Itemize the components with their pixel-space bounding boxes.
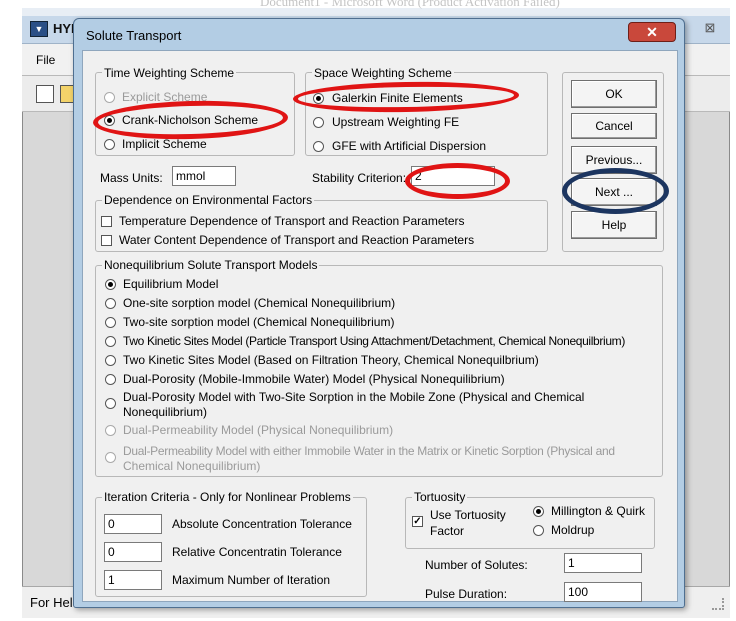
two-site-sorption-label: Two-site sorption model (Chemical Nonequ… — [123, 315, 395, 329]
galerkin-radio[interactable] — [313, 93, 324, 104]
pulse-duration-input[interactable]: 100 — [564, 582, 642, 602]
dual-porosity-radio[interactable] — [105, 374, 116, 385]
two-kinetic-attachment-label: Two Kinetic Sites Model (Particle Transp… — [123, 334, 625, 348]
two-kinetic-filtration-radio[interactable] — [105, 355, 116, 366]
dual-permeability-radio[interactable] — [105, 425, 116, 436]
moldrup-radio[interactable] — [533, 525, 544, 536]
previous-button[interactable]: Previous... — [571, 146, 657, 174]
one-site-sorption-label: One-site sorption model (Chemical Nonequ… — [123, 296, 396, 310]
new-file-icon[interactable] — [36, 85, 54, 103]
dual-porosity-two-site-label-line2: Nonequilibrium) — [123, 405, 208, 419]
two-kinetic-filtration-label: Two Kinetic Sites Model (Based on Filtra… — [123, 353, 539, 367]
max-iterations-input[interactable]: 1 — [104, 570, 162, 590]
upstream-weighting-label: Upstream Weighting FE — [332, 115, 460, 129]
temperature-dependence-checkbox[interactable] — [101, 216, 112, 227]
dialog-close-button[interactable]: ✕ — [628, 22, 676, 42]
explicit-scheme-label: Explicit Scheme — [122, 90, 208, 104]
menu-file[interactable]: File — [36, 53, 55, 67]
use-tortuosity-label: Use Tortuosity — [430, 508, 506, 522]
gfe-artificial-dispersion-radio[interactable] — [313, 141, 324, 152]
implicit-scheme-radio[interactable] — [104, 139, 115, 150]
tortuosity-legend: Tortuosity — [412, 490, 468, 504]
use-tortuosity-label-line2: Factor — [430, 524, 465, 538]
dual-permeability-immobile-radio[interactable] — [105, 452, 116, 463]
absolute-tolerance-label: Absolute Concentration Tolerance — [172, 517, 352, 531]
environment-legend: Dependence on Environmental Factors — [102, 193, 315, 207]
stability-criterion-input[interactable]: 2 — [411, 166, 495, 186]
dialog-title: Solute Transport — [86, 28, 182, 43]
cancel-button[interactable]: Cancel — [571, 113, 657, 139]
temperature-dependence-label: Temperature Dependence of Transport and … — [119, 214, 465, 228]
dual-permeability-immobile-label-line2: Chemical Nonequilibrium) — [123, 459, 261, 473]
upstream-weighting-radio[interactable] — [313, 117, 324, 128]
iteration-legend: Iteration Criteria - Only for Nonlinear … — [102, 490, 353, 504]
status-text: For Hel — [30, 595, 73, 610]
app-icon: ▼ — [30, 21, 48, 37]
mass-units-label: Mass Units: — [100, 171, 163, 185]
millington-quirk-label: Millington & Quirk — [551, 504, 646, 518]
stability-criterion-label: Stability Criterion: — [312, 171, 407, 185]
use-tortuosity-checkbox[interactable]: ✓ — [412, 516, 423, 527]
dual-permeability-immobile-label: Dual-Permeability Model with either Immo… — [123, 444, 615, 458]
nonequilibrium-legend: Nonequilibrium Solute Transport Models — [102, 258, 320, 272]
dual-porosity-label: Dual-Porosity (Mobile-Immobile Water) Mo… — [123, 372, 505, 386]
two-site-sorption-radio[interactable] — [105, 317, 116, 328]
number-of-solutes-label: Number of Solutes: — [425, 558, 528, 572]
two-kinetic-attachment-radio[interactable] — [105, 336, 116, 347]
mass-units-input[interactable]: mmol — [172, 166, 236, 186]
dual-porosity-two-site-radio[interactable] — [105, 398, 116, 409]
gfe-artificial-dispersion-label: GFE with Artificial Dispersion — [332, 139, 487, 153]
millington-quirk-radio[interactable] — [533, 506, 544, 517]
background-close-icon[interactable]: ⊠ — [698, 18, 722, 38]
ok-button[interactable]: OK — [571, 80, 657, 108]
galerkin-label: Galerkin Finite Elements — [332, 91, 463, 105]
crank-nicholson-radio[interactable] — [104, 115, 115, 126]
next-button[interactable]: Next ... — [571, 178, 657, 206]
absolute-tolerance-input[interactable]: 0 — [104, 514, 162, 534]
crank-nicholson-label: Crank-Nicholson Scheme — [122, 113, 259, 127]
implicit-scheme-label: Implicit Scheme — [122, 137, 207, 151]
dual-permeability-label: Dual-Permeability Model (Physical Nonequ… — [123, 423, 394, 437]
resize-grip-icon[interactable] — [712, 598, 724, 610]
help-button[interactable]: Help — [571, 211, 657, 239]
moldrup-label: Moldrup — [551, 523, 595, 537]
time-weighting-legend: Time Weighting Scheme — [102, 66, 237, 80]
equilibrium-model-radio[interactable] — [105, 279, 116, 290]
explicit-scheme-radio[interactable] — [104, 92, 115, 103]
background-document-title: Document1 - Microsoft Word (Product Acti… — [260, 0, 560, 9]
equilibrium-model-label: Equilibrium Model — [123, 277, 219, 291]
dual-porosity-two-site-label: Dual-Porosity Model with Two-Site Sorpti… — [123, 390, 585, 404]
water-content-dependence-label: Water Content Dependence of Transport an… — [119, 233, 475, 247]
one-site-sorption-radio[interactable] — [105, 298, 116, 309]
number-of-solutes-input[interactable]: 1 — [564, 553, 642, 573]
relative-tolerance-input[interactable]: 0 — [104, 542, 162, 562]
water-content-dependence-checkbox[interactable] — [101, 235, 112, 246]
pulse-duration-label: Pulse Duration: — [425, 587, 508, 601]
space-weighting-legend: Space Weighting Scheme — [312, 66, 454, 80]
max-iterations-label: Maximum Number of Iteration — [172, 573, 331, 587]
relative-tolerance-label: Relative Concentratin Tolerance — [172, 545, 342, 559]
